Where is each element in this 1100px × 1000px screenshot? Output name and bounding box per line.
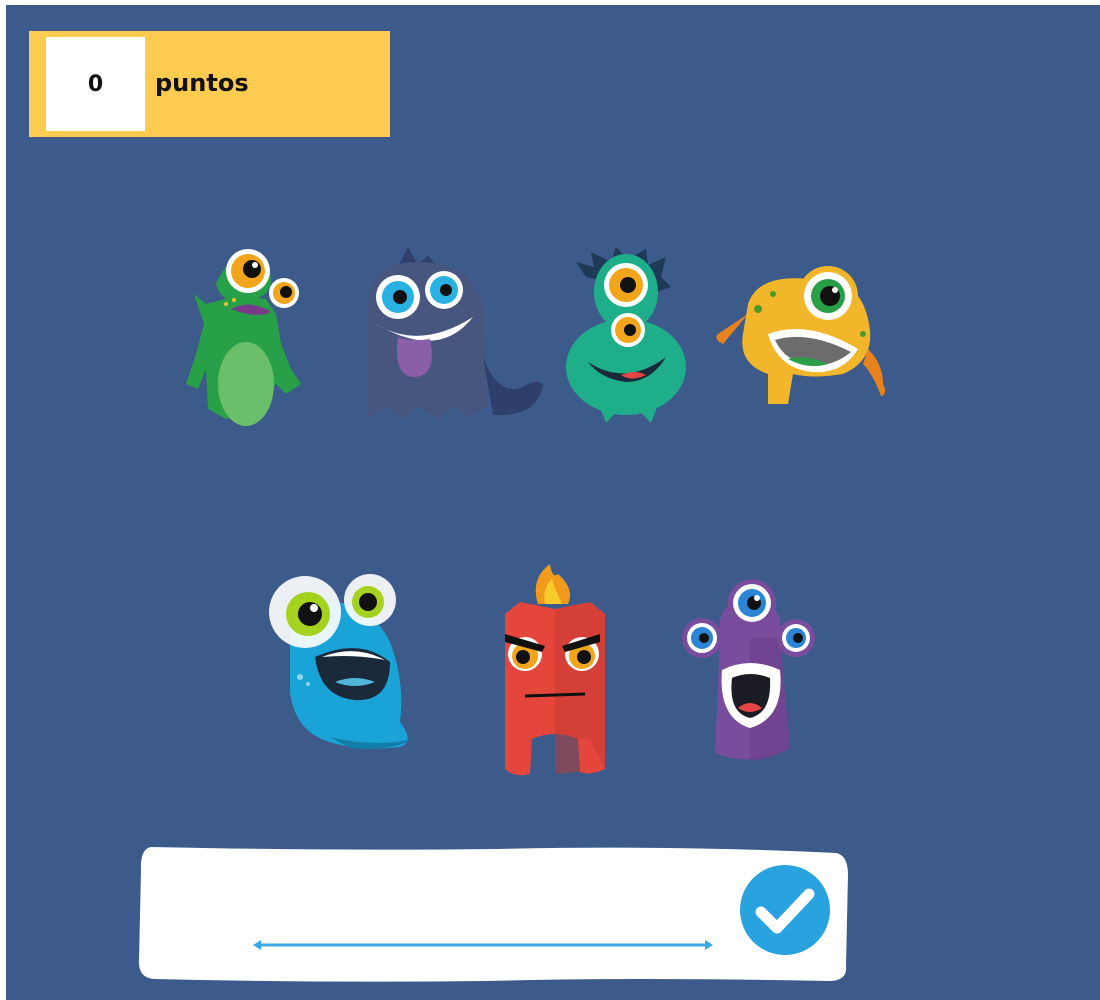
check-button[interactable] <box>739 864 831 956</box>
answer-panel[interactable] <box>136 845 850 985</box>
score-panel: 0 puntos <box>29 31 390 137</box>
purple-four-eyed-monster[interactable] <box>680 578 820 764</box>
red-flame-monster[interactable] <box>500 564 610 778</box>
answer-input-line[interactable] <box>253 939 713 951</box>
blue-blob-monster[interactable] <box>260 572 420 752</box>
top-border <box>0 0 1100 5</box>
score-label: puntos <box>155 69 249 97</box>
checkmark-icon <box>740 865 830 955</box>
teal-three-eyed-monster[interactable] <box>566 247 690 423</box>
green-two-eyed-monster[interactable] <box>176 244 311 426</box>
left-border <box>0 0 6 1000</box>
score-value: 0 <box>46 37 145 131</box>
dark-blue-tongue-monster[interactable] <box>358 247 546 422</box>
yellow-frog-monster[interactable] <box>713 264 893 410</box>
